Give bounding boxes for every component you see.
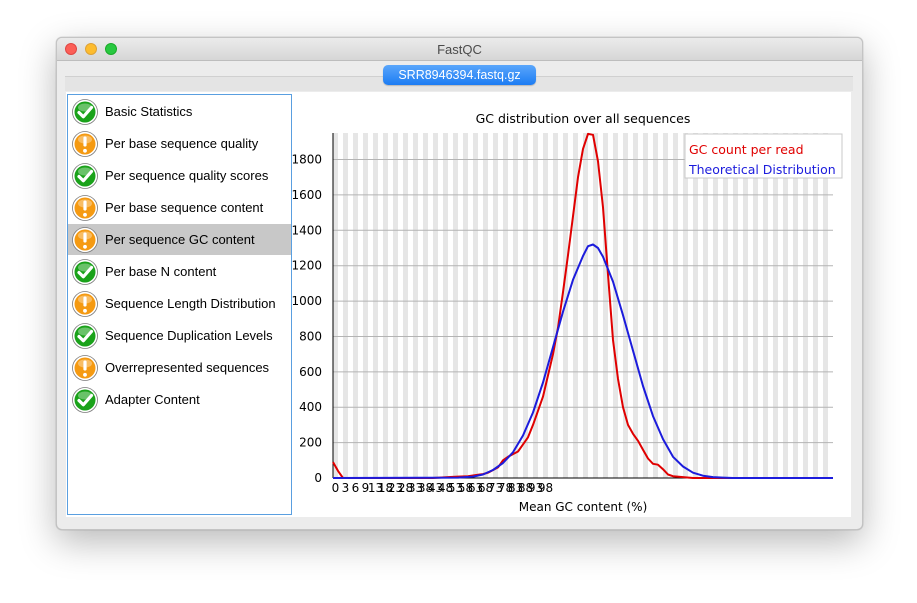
- grid-stripe: [623, 133, 628, 478]
- grid-stripe: [663, 133, 668, 478]
- grid-stripe: [593, 133, 598, 478]
- grid-stripe: [583, 133, 588, 478]
- grid-stripe: [553, 133, 558, 478]
- grid-stripe: [423, 133, 428, 478]
- x-tick-label: 0: [332, 481, 340, 495]
- grid-stripe: [543, 133, 548, 478]
- grid-stripe: [613, 133, 618, 478]
- grid-stripe: [453, 133, 458, 478]
- chart-title: GC distribution over all sequences: [476, 111, 691, 126]
- grid-stripe: [773, 133, 778, 478]
- grid-stripe: [363, 133, 368, 478]
- y-tick-label: 0: [314, 471, 322, 485]
- grid-stripe: [783, 133, 788, 478]
- y-tick-label: 800: [299, 329, 322, 343]
- grid-stripe: [733, 133, 738, 478]
- grid-stripe: [353, 133, 358, 478]
- grid-stripe: [433, 133, 438, 478]
- grid-stripe: [823, 133, 828, 478]
- x-tick-label: 98: [538, 481, 553, 495]
- legend-entry: Theoretical Distribution: [688, 162, 836, 177]
- y-tick-label: 1000: [291, 294, 322, 308]
- grid-stripe: [333, 133, 338, 478]
- grid-stripe: [373, 133, 378, 478]
- gc-distribution-chart: 0200400600800100012001400160018000 3 6 9131…: [291, 111, 843, 514]
- y-tick-label: 1800: [291, 153, 322, 167]
- grid-stripe: [393, 133, 398, 478]
- y-tick-label: 400: [299, 400, 322, 414]
- y-tick-label: 200: [299, 436, 322, 450]
- y-tick-label: 1400: [291, 223, 322, 237]
- grid-stripe: [403, 133, 408, 478]
- fastqc-window: FastQC SRR8946394.fastq.gz Basic Statist…: [56, 37, 863, 530]
- grid-stripe: [383, 133, 388, 478]
- grid-stripe: [473, 133, 478, 478]
- y-tick-label: 600: [299, 365, 322, 379]
- grid-stripe: [343, 133, 348, 478]
- grid-stripe: [703, 133, 708, 478]
- grid-stripe: [443, 133, 448, 478]
- x-axis-label: Mean GC content (%): [519, 500, 648, 514]
- grid-stripe: [503, 133, 508, 478]
- grid-stripe: [493, 133, 498, 478]
- chart-legend: GC count per read Theoretical Distributio…: [684, 133, 843, 179]
- grid-stripe: [483, 133, 488, 478]
- grid-stripe: [813, 133, 818, 478]
- legend-entry: GC count per read: [689, 142, 804, 157]
- y-tick-label: 1600: [291, 188, 322, 202]
- grid-stripe: [603, 133, 608, 478]
- x-tick-label: 3: [342, 481, 350, 495]
- grid-stripe: [683, 133, 688, 478]
- grid-stripe: [713, 133, 718, 478]
- grid-stripe: [533, 133, 538, 478]
- x-tick-label: 6: [352, 481, 360, 495]
- grid-stripe: [463, 133, 468, 478]
- grid-stripe: [673, 133, 678, 478]
- grid-stripe: [413, 133, 418, 478]
- grid-stripe: [743, 133, 748, 478]
- grid-stripe: [693, 133, 698, 478]
- grid-stripe: [753, 133, 758, 478]
- grid-stripe: [803, 133, 808, 478]
- grid-stripe: [633, 133, 638, 478]
- grid-stripe: [643, 133, 648, 478]
- y-tick-label: 1200: [291, 259, 322, 273]
- grid-stripe: [793, 133, 798, 478]
- grid-stripe: [763, 133, 768, 478]
- grid-stripe: [513, 133, 518, 478]
- grid-stripe: [723, 133, 728, 478]
